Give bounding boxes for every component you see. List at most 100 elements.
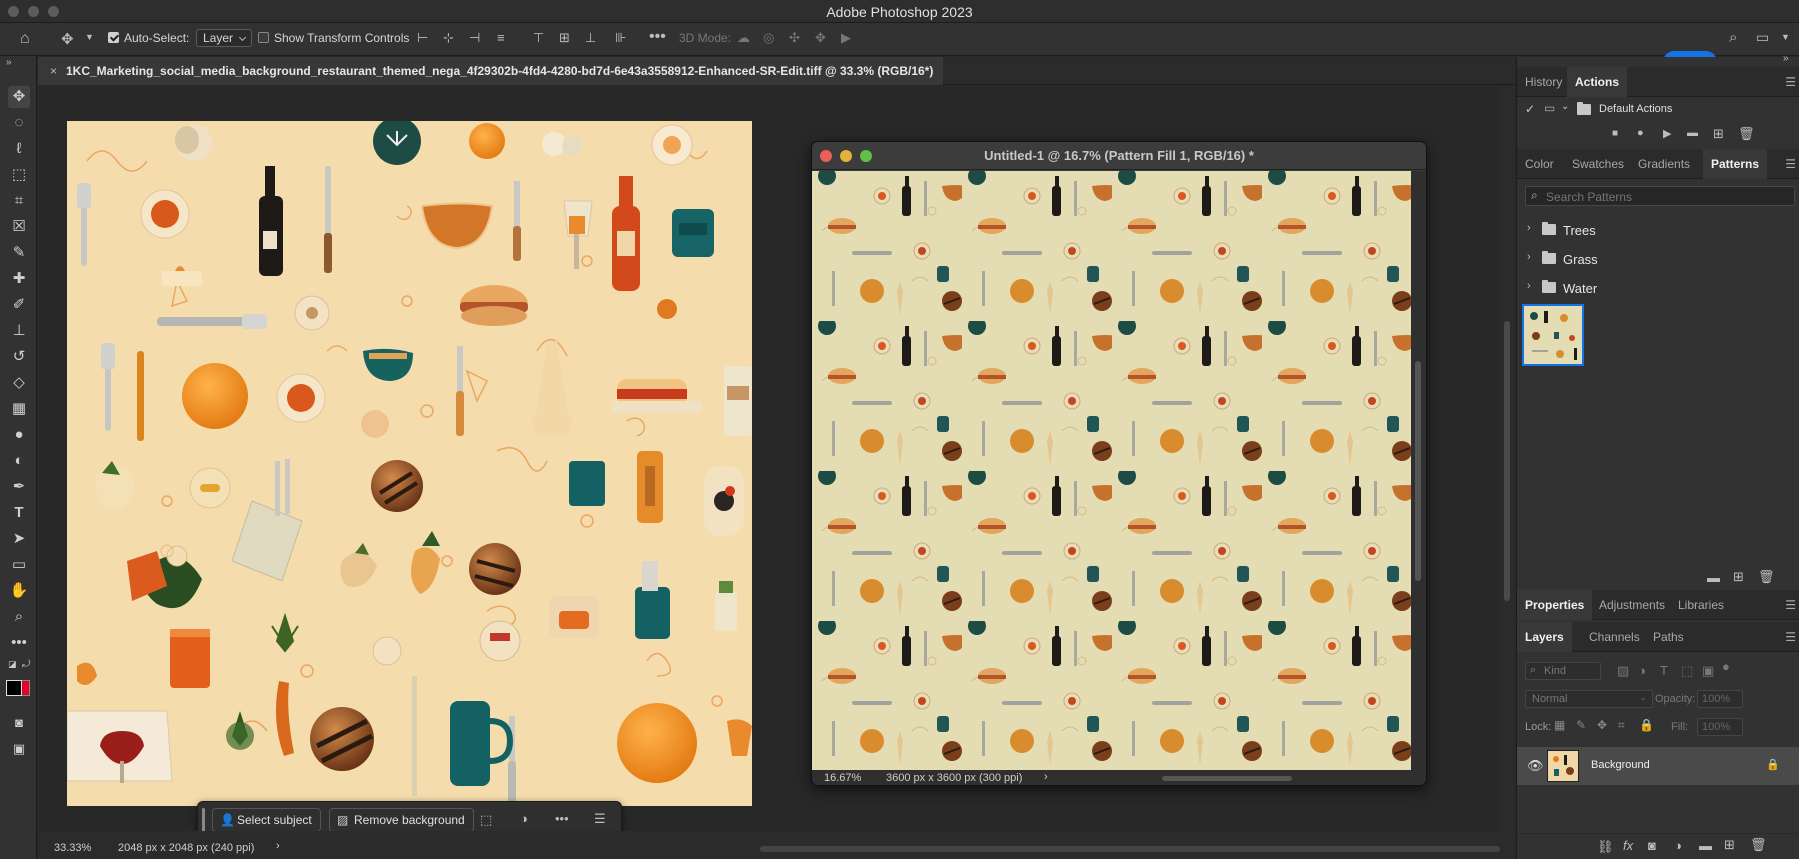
- floating-minimize-button[interactable]: [840, 150, 852, 162]
- expand-grass-icon[interactable]: ›: [1527, 251, 1531, 263]
- lock-transparency-icon[interactable]: ▦: [1554, 718, 1565, 732]
- eyedropper-tool[interactable]: ✎: [8, 242, 30, 264]
- distribute-vertical-icon[interactable]: ⊪: [615, 30, 626, 46]
- clone-stamp-tool[interactable]: ⊥: [8, 320, 30, 342]
- lock-pixels-icon[interactable]: ✎: [1576, 718, 1586, 732]
- remove-background-button[interactable]: ▨ Remove background: [329, 808, 474, 832]
- search-patterns-input[interactable]: [1546, 189, 1786, 204]
- transform-icon[interactable]: ⬚: [480, 812, 492, 828]
- align-center-icon[interactable]: ⊹: [443, 30, 454, 46]
- expand-water-icon[interactable]: ›: [1527, 280, 1531, 292]
- dialog-toggle-icon[interactable]: ▭: [1544, 101, 1555, 115]
- healing-brush-tool[interactable]: ✚: [8, 268, 30, 290]
- tab-swatches[interactable]: Swatches: [1572, 157, 1624, 171]
- tab-paths[interactable]: Paths: [1653, 630, 1684, 644]
- layer-mask-icon[interactable]: ◙: [1648, 838, 1656, 853]
- record-icon[interactable]: ●: [1637, 127, 1644, 139]
- 3d-scale-icon[interactable]: ▶: [841, 30, 851, 46]
- canvas-vertical-scrollbar[interactable]: [1500, 86, 1515, 831]
- delete-action-icon[interactable]: 🗑: [1738, 126, 1755, 142]
- default-colors-icon[interactable]: ◪: [8, 659, 17, 670]
- new-group-icon[interactable]: ▬: [1707, 570, 1720, 585]
- task-bar-drag-handle[interactable]: [202, 808, 205, 832]
- layer-style-icon[interactable]: fx: [1623, 838, 1633, 853]
- floating-zoom-level[interactable]: 16.67%: [824, 772, 861, 784]
- fill-field[interactable]: 100%: [1697, 718, 1743, 736]
- filter-shape-icon[interactable]: ⬚: [1681, 663, 1693, 679]
- object-selection-tool[interactable]: ⬚: [8, 164, 30, 186]
- default-actions-row[interactable]: ✓ ▭ ⌄ Default Actions: [1517, 97, 1799, 123]
- align-left-icon[interactable]: ⊢: [417, 30, 428, 46]
- screen-mode-icon[interactable]: ▣: [8, 738, 30, 760]
- layer-row-background[interactable]: 👁 Background 🔒: [1517, 747, 1799, 785]
- filter-pixel-icon[interactable]: ▨: [1617, 663, 1629, 679]
- new-group-icon[interactable]: ▬: [1699, 838, 1712, 853]
- collapse-panels-icon[interactable]: »: [1783, 53, 1789, 64]
- tab-properties[interactable]: Properties: [1517, 590, 1593, 620]
- align-middle-icon[interactable]: ⊞: [559, 30, 570, 46]
- floating-horizontal-scrollbar[interactable]: [1162, 776, 1292, 781]
- toggle-check-icon[interactable]: ✓: [1525, 102, 1535, 116]
- marquee-tool[interactable]: ◌: [8, 112, 30, 134]
- tab-channels[interactable]: Channels: [1589, 630, 1640, 644]
- floating-close-button[interactable]: [820, 150, 832, 162]
- new-set-icon[interactable]: ▬: [1687, 127, 1698, 139]
- align-bottom-icon[interactable]: ⊥: [585, 30, 596, 46]
- new-action-icon[interactable]: ⊞: [1713, 126, 1724, 142]
- tab-adjustments[interactable]: Adjustments: [1599, 598, 1665, 612]
- document-tab[interactable]: × 1KC_Marketing_social_media_background_…: [38, 57, 944, 85]
- tab-history[interactable]: History: [1525, 75, 1562, 89]
- layers-menu-icon[interactable]: ☰: [1785, 630, 1796, 644]
- zoom-tool[interactable]: ⌕: [8, 606, 30, 628]
- 3d-roll-icon[interactable]: ◎: [763, 30, 774, 46]
- new-pattern-icon[interactable]: ⊞: [1733, 569, 1744, 585]
- document-canvas-image[interactable]: [67, 121, 752, 806]
- zoom-level[interactable]: 33.33%: [54, 842, 91, 854]
- lasso-tool[interactable]: ℓ: [8, 138, 30, 160]
- swap-colors-icon[interactable]: ⤾: [22, 659, 30, 670]
- eye-icon[interactable]: 👁: [1527, 758, 1544, 774]
- adjustment-icon[interactable]: ◑: [520, 811, 528, 826]
- settings-sliders-icon[interactable]: ☰: [594, 811, 606, 827]
- lock-all-icon[interactable]: 🔒: [1639, 718, 1654, 732]
- canvas-horizontal-scrollbar[interactable]: [760, 846, 1500, 852]
- move-tool-icon[interactable]: ✥: [61, 30, 74, 48]
- move-tool[interactable]: ✥: [8, 86, 30, 108]
- auto-select-dropdown[interactable]: Layer: [196, 29, 253, 47]
- collapse-toolbox-icon[interactable]: »: [6, 57, 12, 68]
- auto-select-checkbox[interactable]: Auto-Select:: [108, 31, 189, 45]
- eraser-tool[interactable]: ◇: [8, 372, 30, 394]
- properties-menu-icon[interactable]: ☰: [1785, 598, 1796, 612]
- more-options-icon[interactable]: •••: [649, 28, 666, 46]
- select-subject-button[interactable]: 👤 Select subject: [212, 808, 321, 832]
- status-arrow-icon[interactable]: ›: [276, 840, 280, 852]
- gradient-tool[interactable]: ▦: [8, 398, 30, 420]
- panel-menu-icon[interactable]: ☰: [1785, 75, 1796, 89]
- tab-gradients[interactable]: Gradients: [1638, 157, 1690, 171]
- pattern-group-trees[interactable]: › Trees: [1517, 217, 1799, 244]
- tab-patterns[interactable]: Patterns: [1703, 149, 1768, 179]
- quick-mask-icon[interactable]: ◙: [8, 712, 30, 734]
- filter-type-icon[interactable]: T: [1660, 663, 1668, 678]
- pattern-fill-canvas[interactable]: [812, 171, 1412, 770]
- expand-chevron-icon[interactable]: ⌄: [1561, 101, 1569, 112]
- align-top-icon[interactable]: ⊤: [533, 30, 544, 46]
- hand-tool[interactable]: ✋: [8, 580, 30, 602]
- filter-toggle-icon[interactable]: ●: [1722, 659, 1730, 674]
- search-icon[interactable]: ⌕: [1729, 29, 1737, 46]
- filter-smart-object-icon[interactable]: ▣: [1702, 663, 1714, 679]
- blur-tool[interactable]: ●: [8, 424, 30, 446]
- align-right-icon[interactable]: ⊣: [469, 30, 480, 46]
- tab-color[interactable]: Color: [1525, 157, 1554, 171]
- edit-toolbar-icon[interactable]: •••: [8, 632, 30, 654]
- search-patterns-field[interactable]: ⌕: [1525, 186, 1795, 206]
- distribute-icon[interactable]: ≡: [497, 30, 505, 45]
- filter-adjustment-icon[interactable]: ◑: [1638, 663, 1646, 678]
- pattern-group-grass[interactable]: › Grass: [1517, 246, 1799, 273]
- opacity-field[interactable]: 100%: [1697, 690, 1743, 708]
- floating-status-arrow-icon[interactable]: ›: [1044, 771, 1048, 783]
- show-transform-checkbox[interactable]: Show Transform Controls: [258, 31, 409, 45]
- floating-vertical-scrollbar[interactable]: [1411, 171, 1426, 770]
- frame-tool[interactable]: ☒: [8, 216, 30, 238]
- pattern-thumbnail[interactable]: [1522, 304, 1584, 366]
